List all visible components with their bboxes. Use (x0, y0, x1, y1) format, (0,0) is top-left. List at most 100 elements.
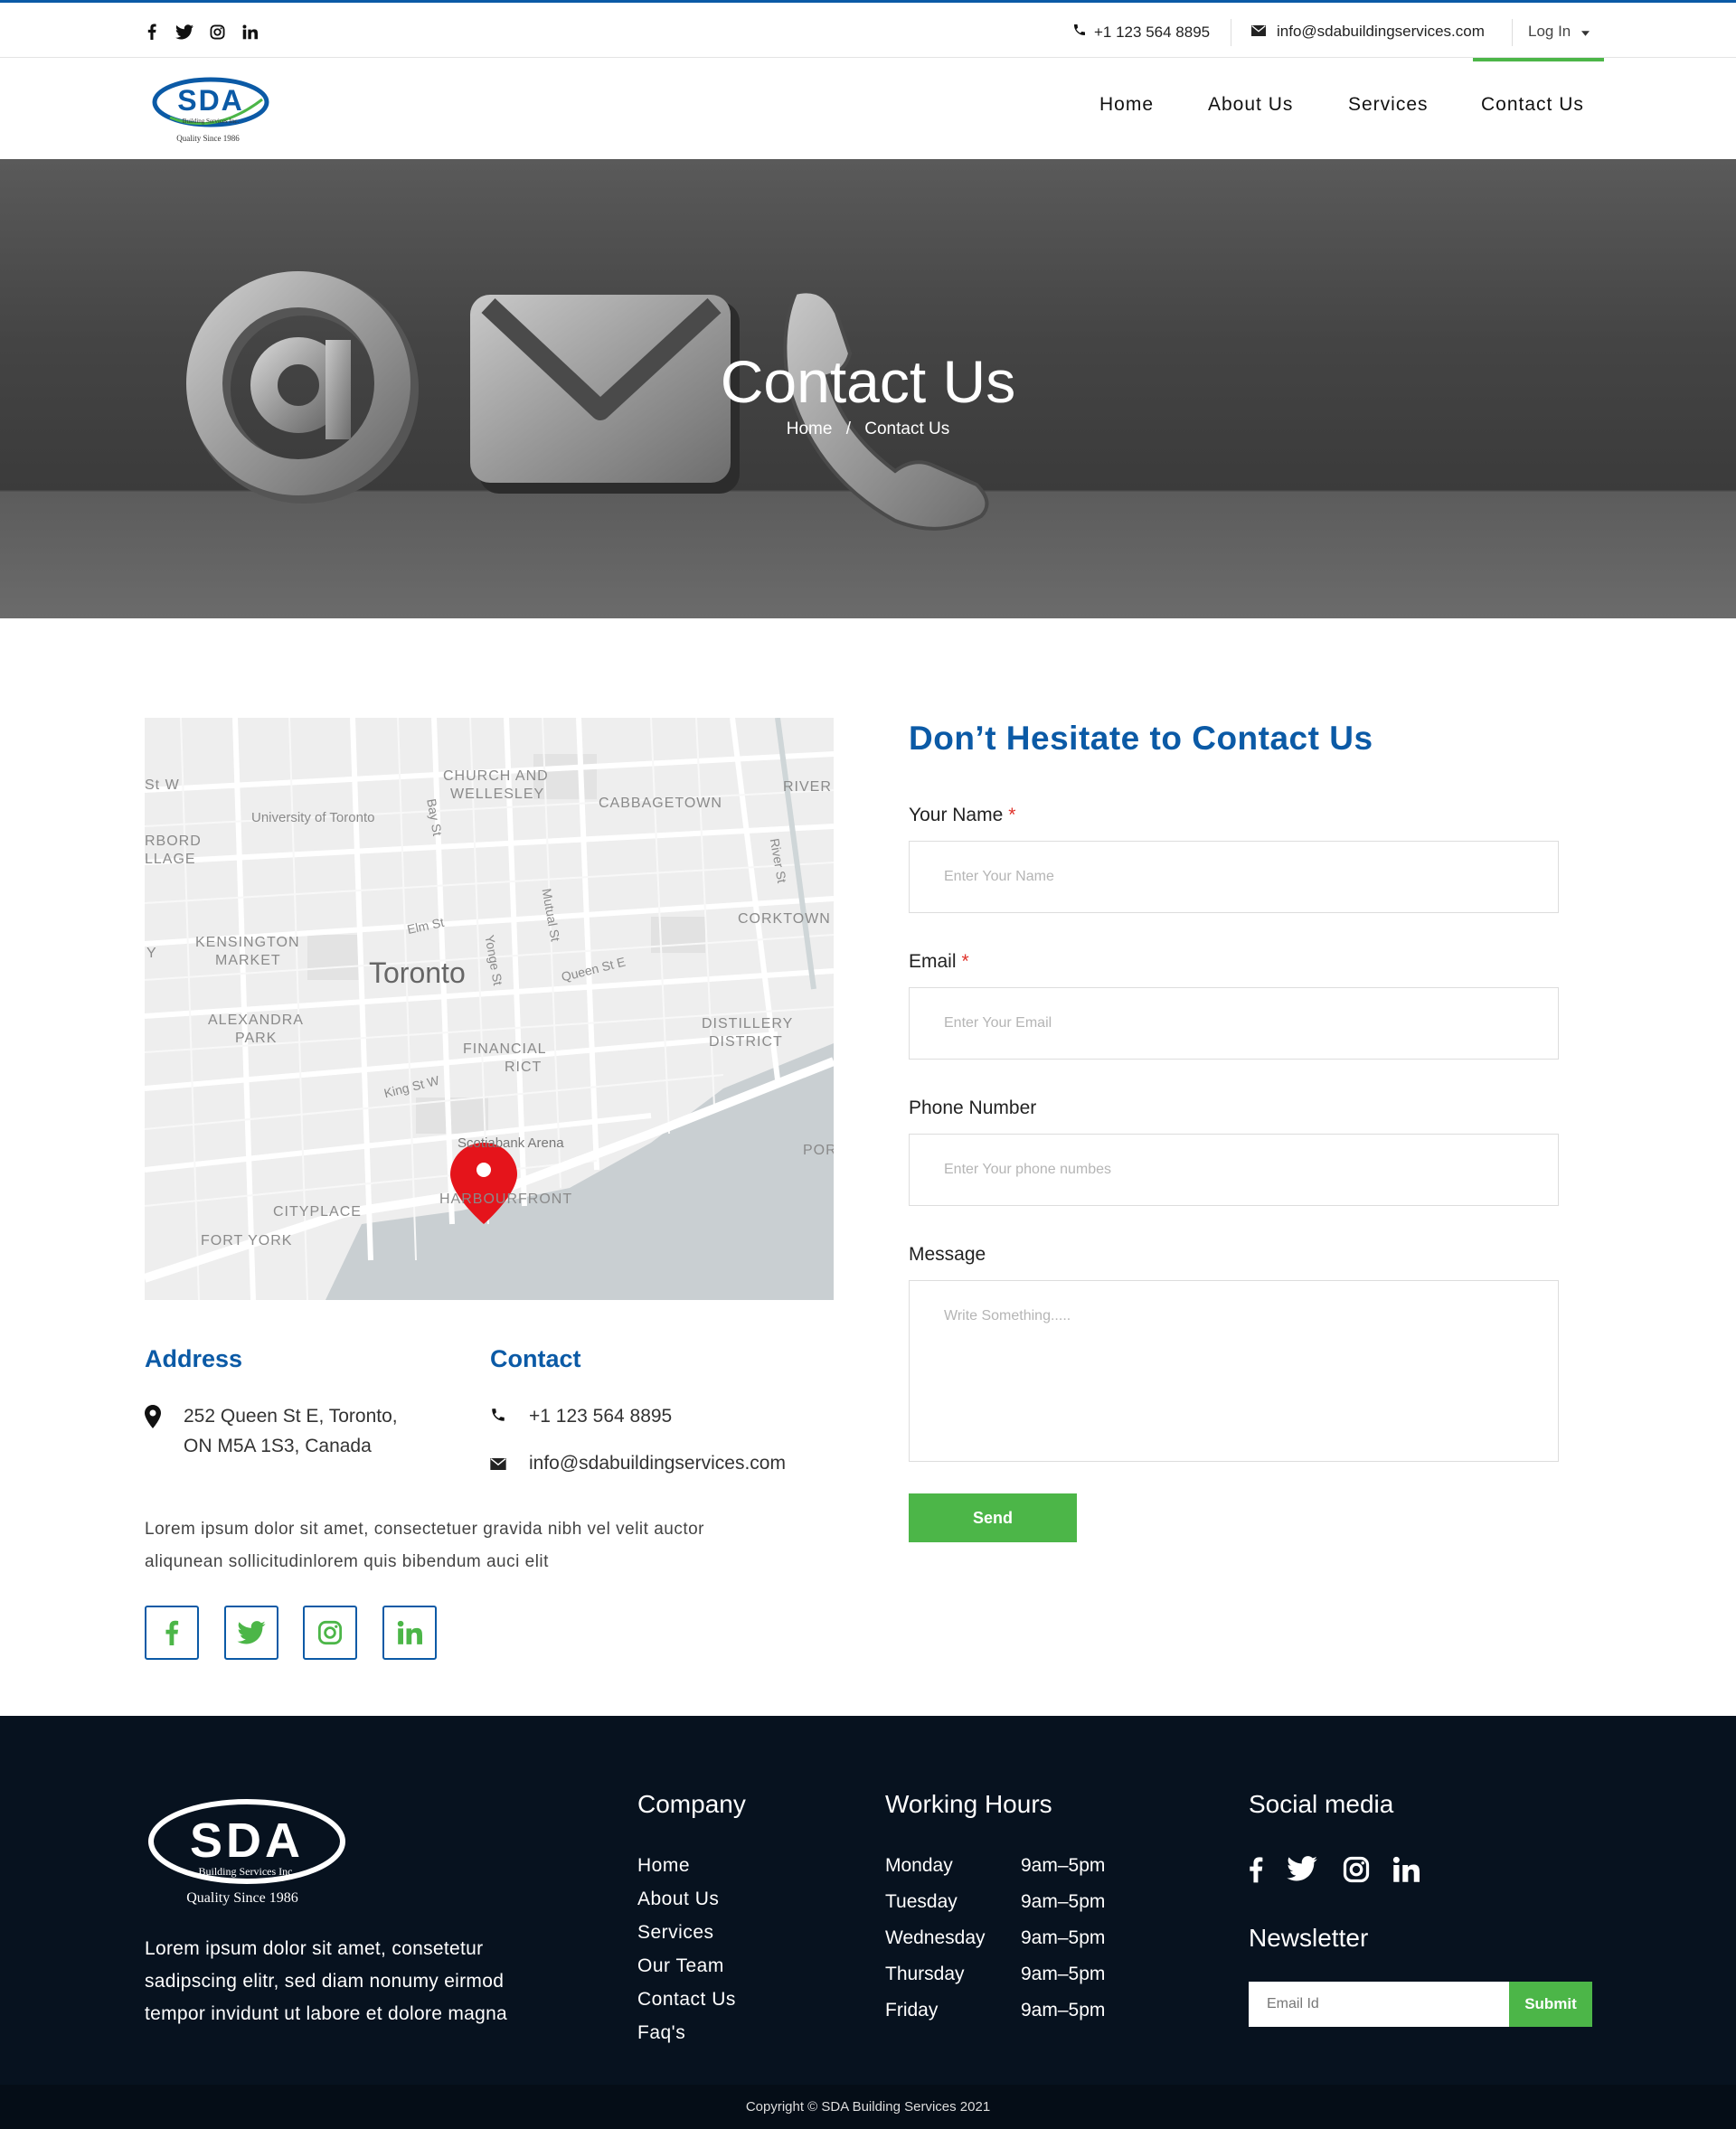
address-text: 252 Queen St E, Toronto, ON M5A 1S3, Can… (184, 1401, 398, 1461)
contact-heading: Contact (490, 1345, 581, 1372)
email-input[interactable] (909, 987, 1559, 1060)
instagram-icon[interactable] (1343, 1856, 1370, 1890)
top-bar: +1 123 564 8895 info@sdabuildingservices… (0, 0, 1736, 58)
twitter-icon[interactable] (175, 23, 193, 41)
phone-icon (1072, 23, 1087, 42)
top-phone-text: +1 123 564 8895 (1094, 23, 1211, 41)
map-label: CITYPLACE (273, 1204, 362, 1220)
company-heading: Company (637, 1790, 746, 1818)
required-mark: * (1008, 805, 1016, 825)
footer-link-faqs[interactable]: Faq's (637, 2022, 685, 2044)
hours-day: Thursday (885, 1964, 965, 1984)
sda-logo[interactable]: SDA Building Services Inc. Quality Since… (152, 72, 274, 146)
hours-day: Monday (885, 1855, 953, 1876)
twitter-icon[interactable] (1287, 1856, 1317, 1889)
contact-email[interactable]: info@sdabuildingservices.com (529, 1448, 786, 1478)
footer-logo[interactable]: SDA Building Services Inc. Quality Since… (145, 1785, 353, 1914)
map-label: MARKET (215, 953, 281, 968)
footer-link-services[interactable]: Services (637, 1922, 714, 1944)
footer-about-line: Lorem ipsum dolor sit amet, consetetur (145, 1938, 484, 1959)
email-label-text: Email (909, 951, 957, 972)
footer-about: Lorem ipsum dolor sit amet, consetetur s… (145, 1933, 507, 2030)
top-email[interactable]: info@sdabuildingservices.com (1251, 23, 1485, 41)
nav-active-indicator (1473, 58, 1604, 61)
hours-day: Friday (885, 2000, 939, 2021)
send-button[interactable]: Send (909, 1493, 1077, 1542)
footer-link-about-us[interactable]: About Us (637, 1889, 719, 1910)
breadcrumb-home[interactable]: Home (787, 419, 833, 438)
phone-label: Phone Number (909, 1097, 1037, 1118)
linkedin-icon[interactable] (382, 1606, 437, 1660)
top-email-text: info@sdabuildingservices.com (1277, 23, 1485, 40)
instagram-icon[interactable] (303, 1606, 357, 1660)
envelope-icon (490, 1458, 506, 1474)
instagram-icon[interactable] (208, 23, 226, 41)
map-label: DISTILLERY (702, 1016, 794, 1032)
nav-about-us[interactable]: About Us (1208, 94, 1293, 116)
newsletter-submit-button[interactable]: Submit (1509, 1982, 1592, 2027)
message-label: Message (909, 1244, 986, 1265)
map-roads (145, 718, 834, 1300)
footer-about-line: tempor invidunt ut labore et dolore magn… (145, 2003, 508, 2024)
map-label: FORT YORK (201, 1233, 293, 1248)
map-marker-icon (145, 1405, 161, 1433)
map-label: KENSINGTON (195, 935, 300, 950)
map-label: FINANCIAL (463, 1041, 547, 1057)
newsletter-email-input[interactable] (1249, 1982, 1509, 2027)
footer-link-contact-us[interactable]: Contact Us (637, 1989, 736, 2011)
message-textarea[interactable] (909, 1280, 1559, 1462)
phone-input[interactable] (909, 1134, 1559, 1206)
hours-time: 9am–5pm (1021, 1891, 1106, 1912)
hours-time: 9am–5pm (1021, 2000, 1106, 2021)
logo-text: SDA (177, 84, 244, 117)
map-label: CHURCH AND (443, 768, 549, 784)
svg-text:Quality Since 1986: Quality Since 1986 (176, 134, 240, 143)
hours-time: 9am–5pm (1021, 1927, 1106, 1948)
map-label: LLAGE (145, 852, 196, 867)
map-label: University of Toronto (251, 810, 375, 825)
nav-services[interactable]: Services (1348, 94, 1429, 116)
name-input[interactable] (909, 841, 1559, 913)
hero-title: Contact Us (720, 348, 1016, 415)
linkedin-icon[interactable] (241, 23, 259, 41)
breadcrumb-current: Contact Us (864, 419, 950, 438)
map-label: Y (146, 946, 157, 961)
facebook-icon[interactable] (143, 23, 161, 41)
footer-link-our-team[interactable]: Our Team (637, 1955, 724, 1977)
login-dropdown[interactable]: Log In (1528, 23, 1590, 41)
svg-text:Quality Since 1986: Quality Since 1986 (186, 1890, 298, 1906)
hours-day: Tuesday (885, 1891, 958, 1912)
map-label: St W (145, 777, 180, 793)
facebook-icon[interactable] (145, 1606, 199, 1660)
social-media-heading: Social media (1249, 1790, 1394, 1818)
address-heading: Address (145, 1345, 243, 1372)
top-phone[interactable]: +1 123 564 8895 (1072, 23, 1210, 42)
nav-home[interactable]: Home (1099, 94, 1154, 116)
map-label: CORKTOWN (738, 911, 831, 927)
envelope-icon (1251, 23, 1266, 41)
hours-time: 9am–5pm (1021, 1855, 1106, 1876)
map-label: CABBAGETOWN (599, 796, 722, 811)
map-label: ALEXANDRA (208, 1013, 304, 1028)
map-label: DISTRICT (709, 1034, 783, 1050)
phone-icon (490, 1407, 506, 1427)
map-label: RICT (505, 1060, 542, 1075)
contact-phone[interactable]: +1 123 564 8895 (529, 1401, 672, 1431)
about-text-line: Lorem ipsum dolor sit amet, consectetuer… (145, 1520, 704, 1539)
twitter-icon[interactable] (224, 1606, 278, 1660)
form-title: Don’t Hesitate to Contact Us (909, 720, 1373, 757)
about-text: Lorem ipsum dolor sit amet, consectetuer… (145, 1513, 832, 1578)
facebook-icon[interactable] (1249, 1856, 1263, 1890)
required-mark: * (961, 951, 969, 972)
footer-link-home[interactable]: Home (637, 1855, 690, 1877)
map-label: RIVER (783, 779, 832, 795)
svg-text:Building Services Inc.: Building Services Inc. (183, 118, 240, 125)
map-label: Scotiabank Arena (458, 1135, 564, 1151)
location-map[interactable]: CHURCH AND WELLESLEY CABBAGETOWN RIVER U… (145, 718, 834, 1300)
svg-text:Building Services Inc.: Building Services Inc. (199, 1865, 296, 1878)
map-label: HARBOURFRONT (439, 1192, 573, 1207)
map-label: RBORD (145, 834, 202, 849)
hours-time: 9am–5pm (1021, 1964, 1106, 1984)
linkedin-icon[interactable] (1392, 1856, 1420, 1890)
nav-contact-us[interactable]: Contact Us (1481, 94, 1584, 116)
